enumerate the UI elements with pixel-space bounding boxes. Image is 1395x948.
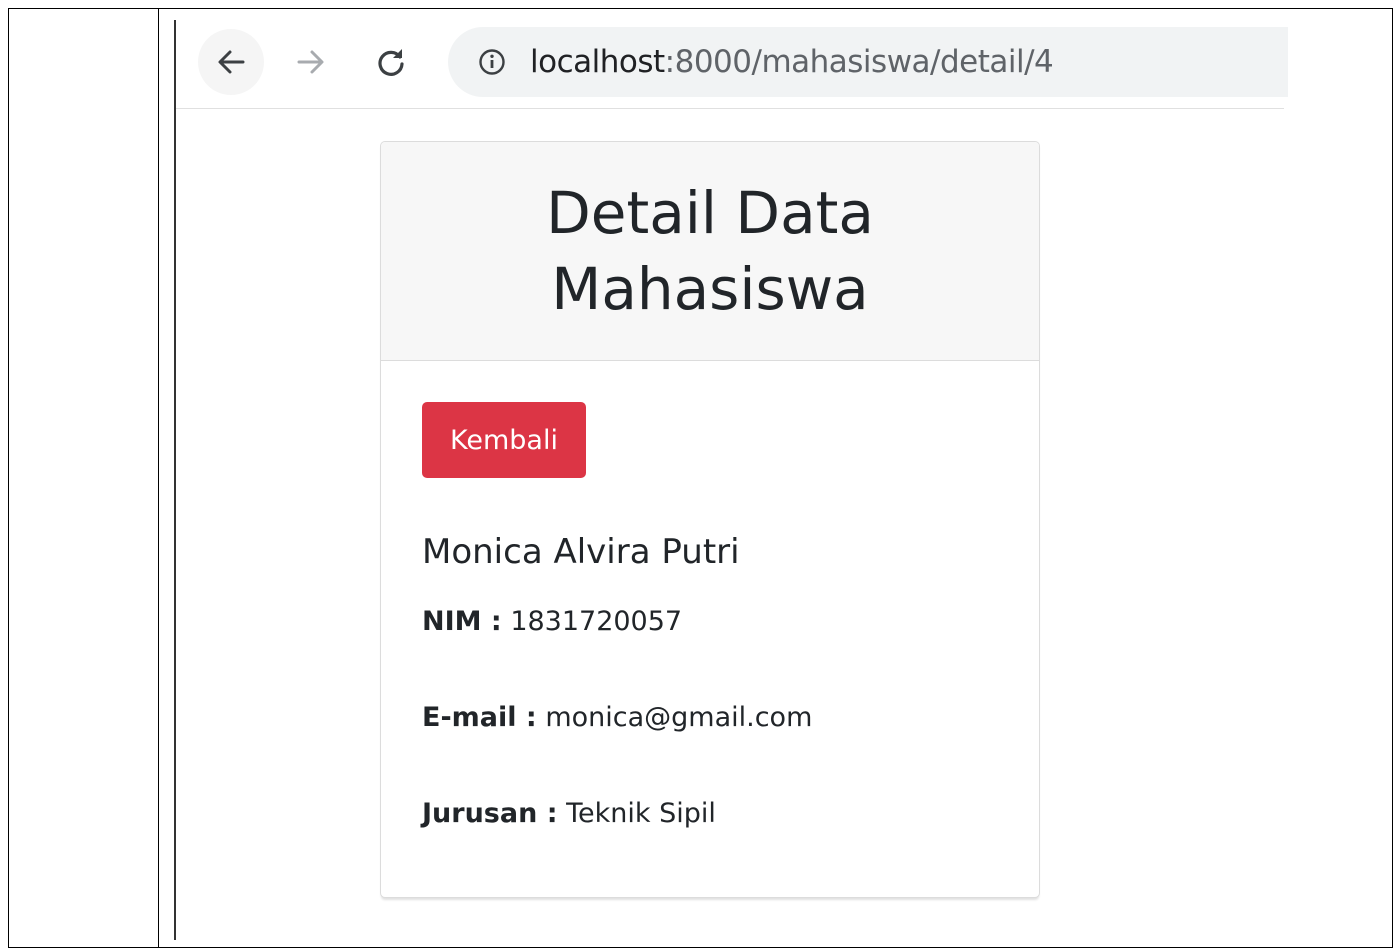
address-bar[interactable]: localhost:8000/mahasiswa/detail/4 — [448, 27, 1288, 97]
info-icon[interactable] — [478, 48, 506, 76]
url-text: localhost:8000/mahasiswa/detail/4 — [530, 44, 1054, 80]
page-title: Detail Data Mahasiswa — [546, 179, 874, 323]
reload-icon — [378, 49, 404, 76]
forward-button[interactable] — [278, 29, 344, 95]
kembali-button[interactable]: Kembali — [422, 402, 586, 478]
arrow-right-icon — [297, 50, 324, 74]
nim-field: NIM : 1831720057 — [422, 606, 682, 637]
reload-button[interactable] — [358, 29, 424, 95]
url-path: :8000/mahasiswa/detail/4 — [664, 44, 1054, 80]
jurusan-label: Jurusan : — [422, 798, 558, 829]
detail-card: Detail Data Mahasiswa Kembali Monica Alv… — [380, 141, 1040, 898]
card-body: Kembali Monica Alvira Putri NIM : 183172… — [381, 361, 1039, 897]
browser-toolbar: localhost:8000/mahasiswa/detail/4 — [176, 20, 1288, 109]
email-field: E-mail : monica@gmail.com — [422, 702, 812, 733]
nim-value: 1831720057 — [510, 606, 683, 637]
url-host: localhost — [530, 44, 665, 80]
jurusan-field: Jurusan : Teknik Sipil — [422, 798, 716, 829]
arrow-left-icon — [218, 50, 245, 74]
email-label: E-mail : — [422, 702, 537, 733]
back-button[interactable] — [198, 29, 264, 95]
student-name: Monica Alvira Putri — [422, 532, 740, 572]
card-header: Detail Data Mahasiswa — [381, 142, 1039, 361]
email-value: monica@gmail.com — [545, 702, 813, 733]
jurusan-value: Teknik Sipil — [566, 798, 716, 829]
screenshot-edge — [174, 20, 176, 940]
table-column-divider — [158, 8, 159, 948]
nim-label: NIM : — [422, 606, 502, 637]
